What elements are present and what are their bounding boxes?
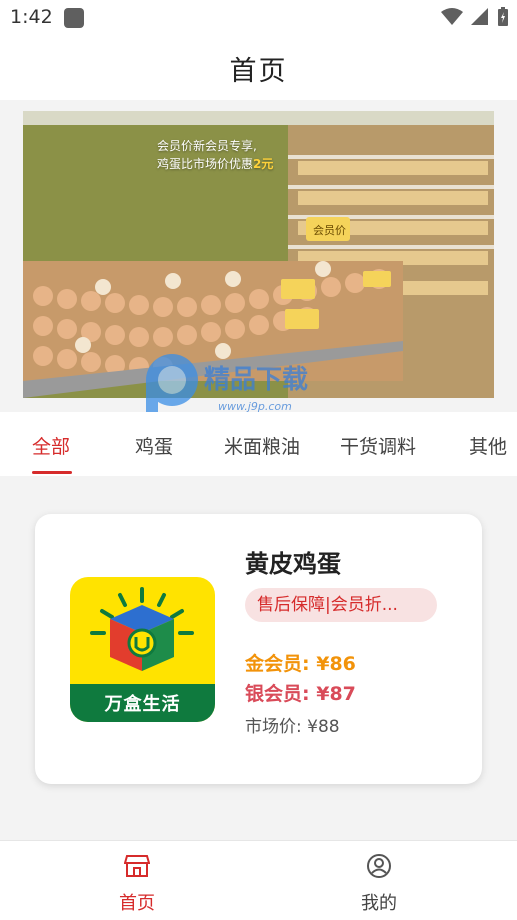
market-price-value: ¥88 (307, 717, 340, 737)
tab-all[interactable]: 全部 (32, 432, 70, 459)
product-tag: 售后保障|会员折... (245, 588, 437, 622)
category-tabs: 全部 鸡蛋 米面粮油 干货调料 其他 (0, 412, 517, 476)
logo-band: 万盒生活 (70, 684, 215, 722)
app-header: 首页 (0, 36, 517, 100)
store-icon (124, 855, 150, 877)
tab-active-indicator (32, 471, 72, 474)
logo-text: 万盒生活 (104, 694, 181, 715)
status-icons (441, 7, 509, 27)
bottom-nav: 首页 我的 (0, 840, 517, 920)
banner-caption: 会员价新会员专享, 鸡蛋比市场价优惠2元 (157, 137, 273, 173)
tab-other[interactable]: 其他 (469, 432, 507, 459)
user-icon (367, 854, 391, 878)
gold-price: ¥86 (316, 653, 356, 675)
wifi-icon (441, 8, 463, 25)
product-image: 万盒生活 (70, 577, 215, 722)
notification-icon (64, 8, 84, 28)
shelf-sign-text: 会员价 (313, 224, 346, 237)
nav-home[interactable]: 首页 (77, 853, 197, 914)
tab-dry-seasoning[interactable]: 干货调料 (340, 432, 416, 459)
banner-highlight: 2元 (253, 157, 274, 171)
product-card[interactable]: 万盒生活 黄皮鸡蛋 售后保障|会员折... 金会员: ¥86 银会员: ¥87 … (35, 514, 482, 784)
silver-label: 银会员: (245, 683, 310, 705)
silver-price: ¥87 (316, 683, 356, 705)
nav-mine-label: 我的 (361, 893, 397, 914)
gold-label: 金会员: (245, 653, 310, 675)
tab-grain-oil[interactable]: 米面粮油 (224, 432, 300, 459)
tab-eggs[interactable]: 鸡蛋 (135, 432, 173, 459)
nav-home-label: 首页 (119, 893, 155, 914)
banner-line-2: 鸡蛋比市场价优惠2元 (157, 155, 273, 173)
signal-icon (471, 8, 488, 25)
banner-line-1: 会员价新会员专享, (157, 139, 257, 153)
banner-line-2-text: 鸡蛋比市场价优惠 (157, 157, 254, 171)
box-logo-icon (90, 587, 194, 671)
status-bar: 1:42 (0, 0, 517, 36)
silver-member-price: 银会员: ¥87 (245, 679, 356, 706)
page-title: 首页 (229, 55, 288, 87)
battery-icon (498, 7, 508, 26)
status-time: 1:42 (10, 6, 53, 28)
watermark-text: 精品下载 (204, 365, 308, 395)
gold-member-price: 金会员: ¥86 (245, 649, 356, 676)
nav-mine[interactable]: 我的 (319, 853, 439, 914)
market-price: 市场价: ¥88 (245, 712, 340, 737)
market-label: 市场价: (245, 717, 302, 737)
product-title: 黄皮鸡蛋 (245, 550, 341, 578)
